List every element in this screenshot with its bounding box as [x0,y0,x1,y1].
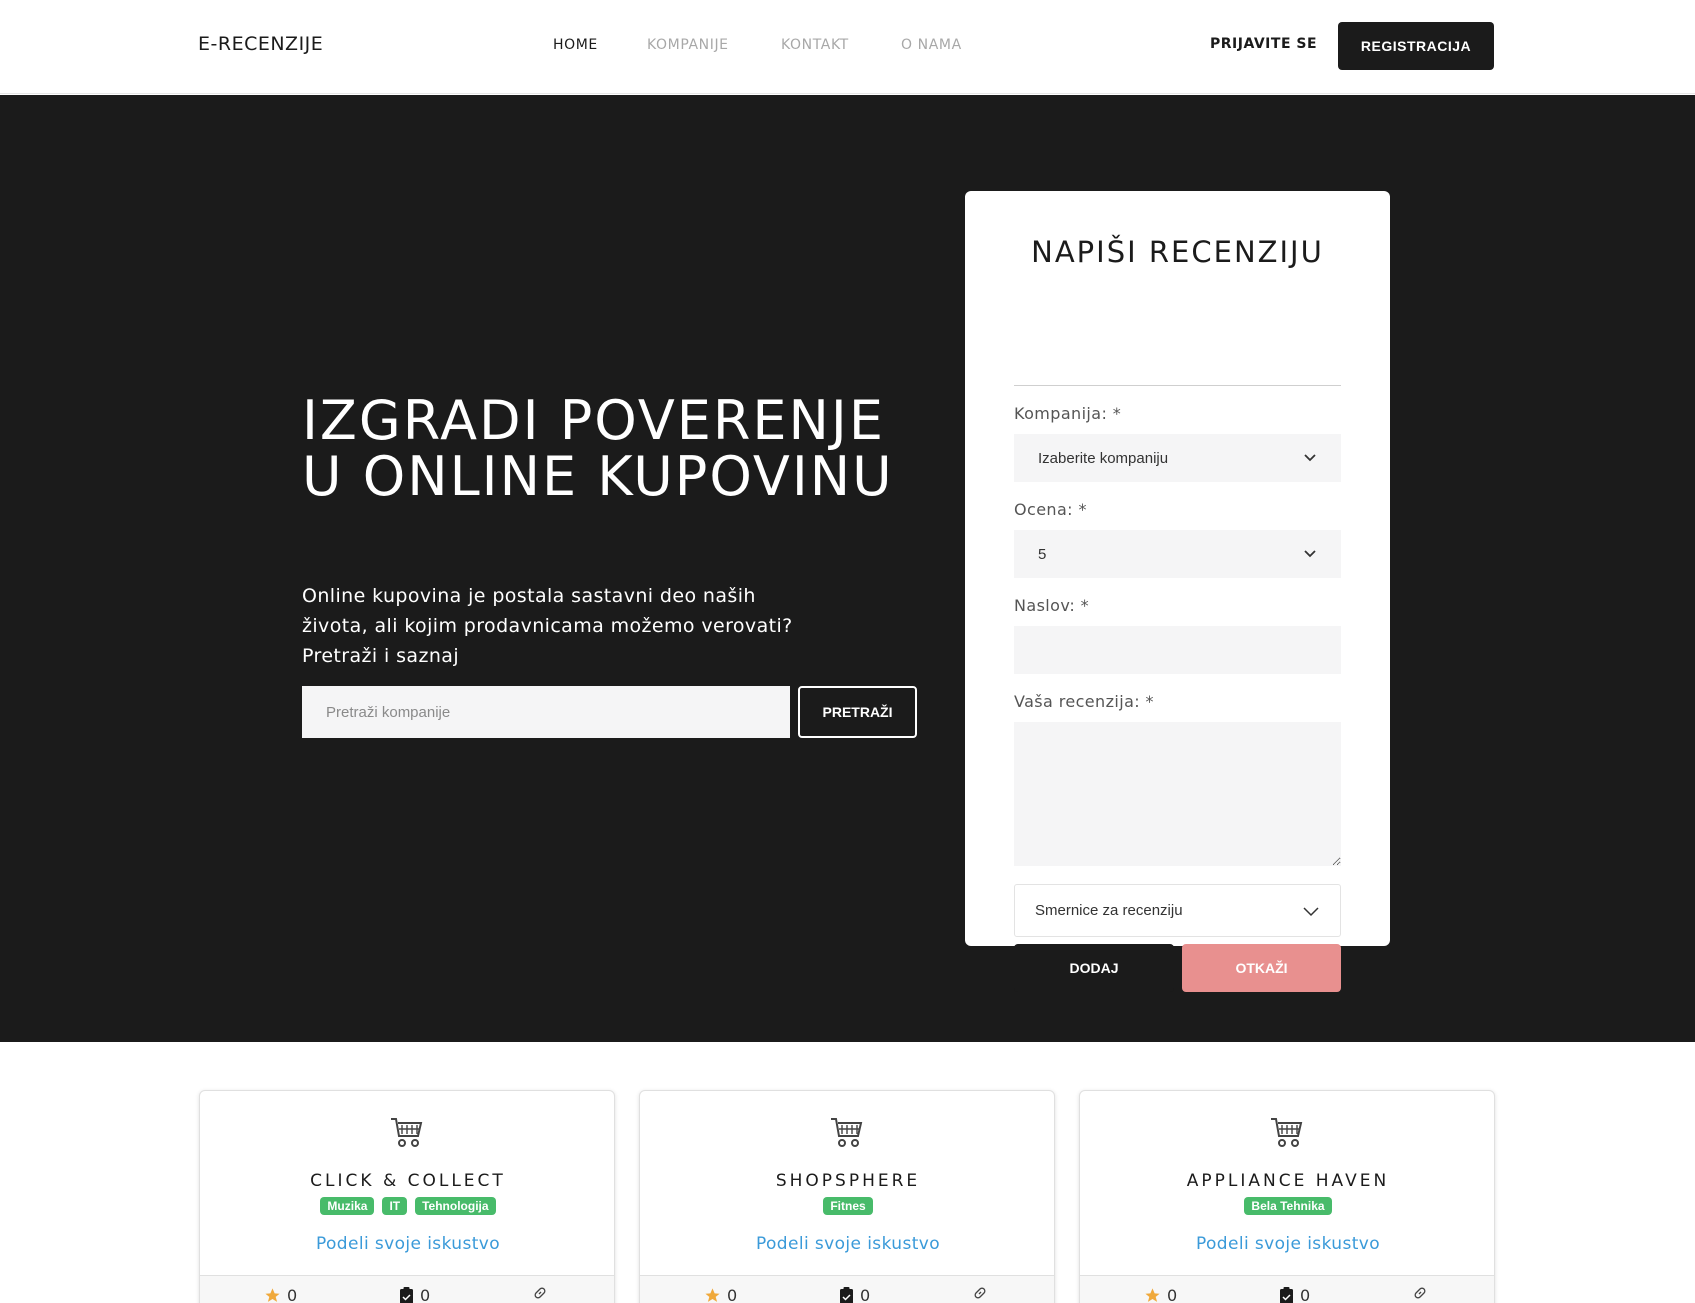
reviews-stat: 0 [839,1286,870,1303]
brand-logo[interactable]: E-RECENZIJE [198,33,323,55]
rating-stat: 0 [704,1286,737,1303]
guidelines-label: Smernice za recenziju [1035,902,1183,919]
category-tag[interactable]: Fitnes [823,1197,873,1215]
guidelines-accordion[interactable]: Smernice za recenziju [1014,884,1341,937]
share-experience-link[interactable]: Podeli svoje iskustvo [640,1234,1054,1254]
login-link[interactable]: PRIJAVITE SE [1210,36,1317,52]
cart-icon [831,1118,863,1147]
company-label: Kompanija: * [1014,404,1122,423]
rating-label: Ocena: * [1014,500,1087,519]
reviews-stat: 0 [399,1286,430,1303]
rating-value: 0 [1167,1286,1178,1303]
rating-select[interactable]: 5 [1014,530,1341,578]
nav-link-o-nama[interactable]: O NAMA [901,37,962,53]
rating-stat: 0 [264,1286,297,1303]
hero-section: IZGRADI POVERENJE U ONLINE KUPOVINU Onli… [0,95,1695,1042]
hero-subtitle: Online kupovina je postala sastavni deo … [302,585,793,667]
company-card[interactable]: CLICK & COLLECT Muzika IT Tehnologija Po… [199,1090,615,1303]
card-footer: 0 0 [1080,1275,1494,1303]
category-tag[interactable]: IT [382,1197,408,1215]
reviews-stat: 0 [1279,1286,1310,1303]
chevron-down-icon [1304,454,1316,462]
company-card[interactable]: APPLIANCE HAVEN Bela Tehnika Podeli svoj… [1079,1090,1495,1303]
review-title-input[interactable] [1014,626,1341,674]
chevron-down-icon [1303,907,1319,917]
company-tags: Bela Tehnika [1080,1197,1494,1215]
company-select-value: Izaberite kompaniju [1038,449,1169,467]
reviews-count: 0 [1300,1286,1311,1303]
rating-stat: 0 [1144,1286,1177,1303]
company-search-input[interactable] [302,686,790,738]
card-footer: 0 0 [200,1275,614,1303]
register-button[interactable]: REGISTRACIJA [1338,22,1494,70]
link-icon [1414,1287,1426,1299]
category-tag[interactable]: Muzika [320,1197,375,1215]
cart-icon [1271,1118,1303,1147]
star-icon [265,1288,280,1302]
review-text-area[interactable] [1014,722,1341,866]
reviews-count: 0 [860,1286,871,1303]
link-stat[interactable] [1413,1286,1427,1300]
reviews-count: 0 [420,1286,431,1303]
rating-value: 0 [727,1286,738,1303]
review-form-title: NAPIŠI RECENZIJU [1031,235,1324,269]
nav-link-home[interactable]: HOME [553,37,598,53]
chevron-down-icon [1304,550,1316,558]
hero-title: IZGRADI POVERENJE U ONLINE KUPOVINU [302,389,894,508]
review-form-divider [1014,385,1341,386]
star-icon [705,1288,720,1302]
navbar: E-RECENZIJE HOME KOMPANIJE KONTAKT O NAM… [0,0,1695,94]
link-stat[interactable] [533,1286,547,1300]
clipboard-icon [840,1287,853,1303]
clipboard-icon [400,1287,413,1303]
link-icon [534,1287,546,1299]
card-footer: 0 0 [640,1275,1054,1303]
share-experience-link[interactable]: Podeli svoje iskustvo [200,1234,614,1254]
search-button[interactable]: PRETRAŽI [798,686,917,738]
review-form-card: NAPIŠI RECENZIJU Kompanija: * Izaberite … [965,191,1390,992]
link-stat[interactable] [973,1286,987,1300]
nav-link-kontakt[interactable]: KONTAKT [781,37,849,53]
cart-icon [391,1118,423,1147]
link-icon [974,1287,986,1299]
title-label: Naslov: * [1014,596,1090,615]
clipboard-icon [1280,1287,1293,1303]
category-tag[interactable]: Bela Tehnika [1244,1197,1332,1215]
company-tags: Fitnes [640,1197,1054,1215]
company-select[interactable]: Izaberite kompaniju [1014,434,1341,482]
share-experience-link[interactable]: Podeli svoje iskustvo [1080,1234,1494,1254]
cancel-button[interactable]: OTKAŽI [1182,944,1341,992]
company-name: APPLIANCE HAVEN [1186,1171,1390,1191]
category-tag[interactable]: Tehnologija [415,1197,496,1215]
review-text-label: Vaša recenzija: * [1014,692,1154,711]
nav-link-kompanije[interactable]: KOMPANIJE [647,37,729,53]
company-tags: Muzika IT Tehnologija [200,1197,614,1215]
add-review-button[interactable]: DODAJ [1014,944,1174,992]
star-icon [1145,1288,1160,1302]
company-card[interactable]: SHOPSPHERE Fitnes Podeli svoje iskustvo … [639,1090,1055,1303]
company-name: SHOPSPHERE [775,1171,921,1191]
rating-select-value: 5 [1038,545,1047,563]
company-name: CLICK & COLLECT [310,1171,506,1191]
rating-value: 0 [287,1286,298,1303]
